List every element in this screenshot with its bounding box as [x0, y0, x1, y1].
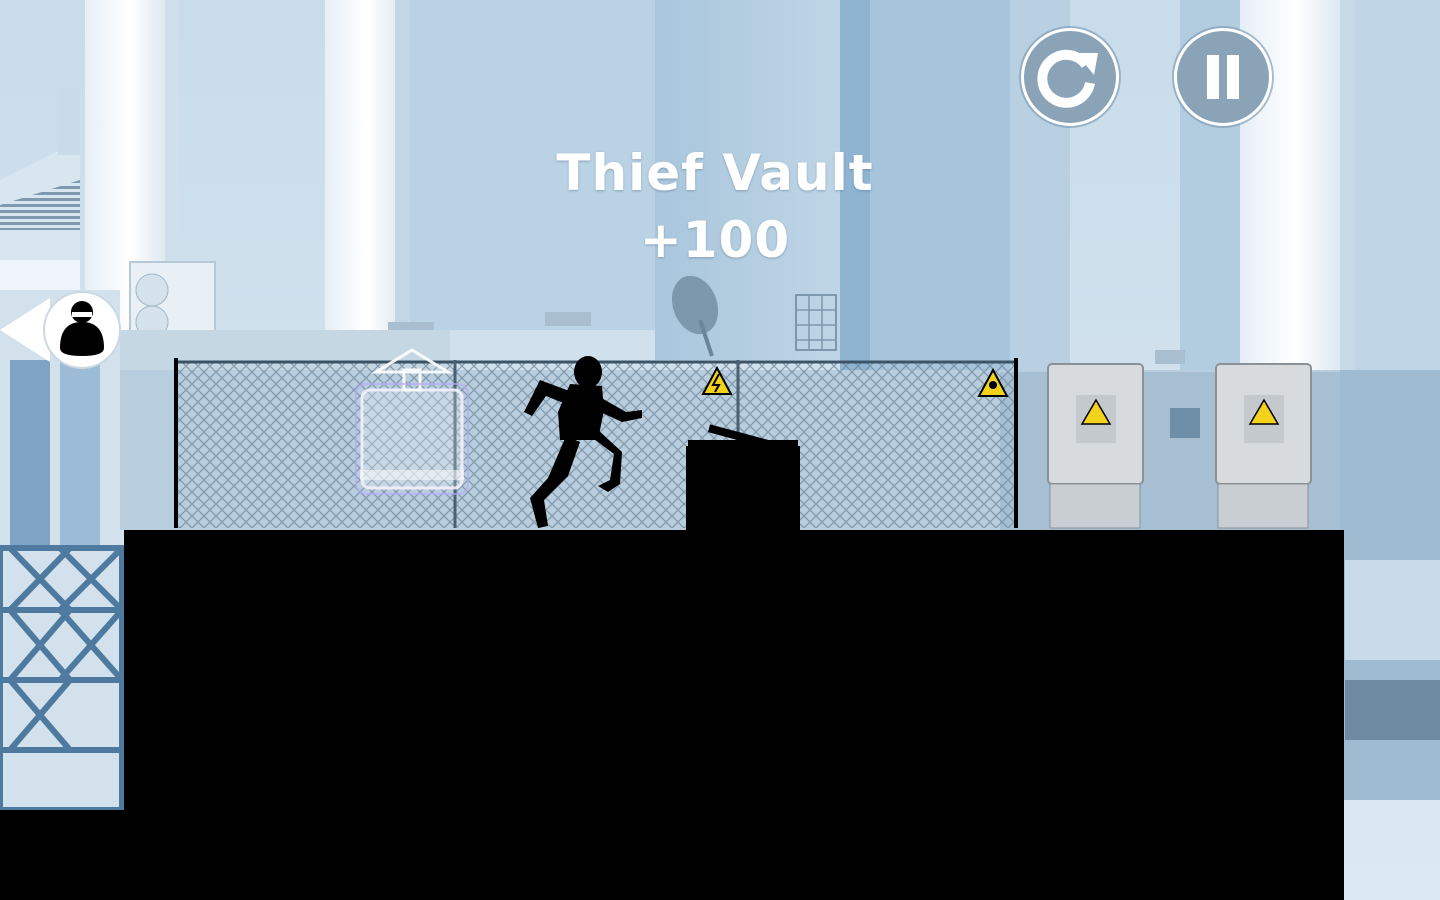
trick-points: +100	[639, 211, 791, 269]
restart-icon	[1037, 49, 1098, 108]
pause-button[interactable]	[1174, 28, 1272, 126]
hunter-indicator	[0, 291, 121, 369]
restart-button[interactable]	[1021, 28, 1119, 126]
pause-icon	[1207, 55, 1239, 99]
score-popup: Thief Vault +100	[470, 140, 960, 274]
game-scene	[0, 0, 1440, 900]
trick-name: Thief Vault	[556, 144, 874, 202]
